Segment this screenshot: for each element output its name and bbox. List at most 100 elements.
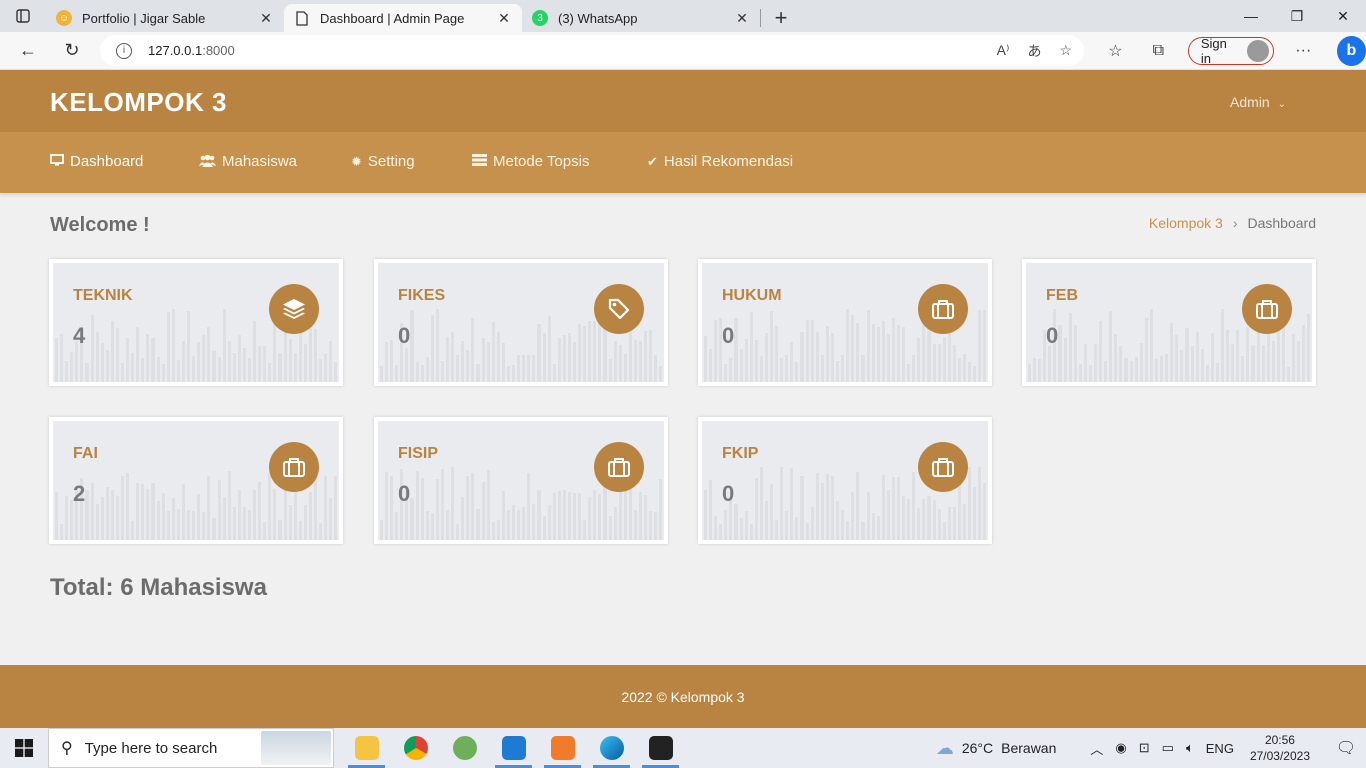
network-device-icon[interactable]: ⊡ — [1139, 740, 1150, 756]
nav-item-dashboard[interactable]: Dashboard — [50, 153, 143, 170]
card-value: 4 — [73, 323, 86, 348]
taskbar-search-input[interactable]: ⚲ Type here to search — [48, 728, 334, 768]
portfolio-favicon-icon: ☺ — [56, 10, 72, 26]
vscode-icon[interactable] — [489, 728, 538, 768]
nav-item-mahasiswa[interactable]: Mahasiswa — [199, 153, 297, 170]
file-explorer-icon[interactable] — [342, 728, 391, 768]
card-label: FAI — [73, 445, 98, 462]
weather-temp: 26°C — [961, 740, 994, 756]
battery-icon[interactable]: ▭ — [1162, 740, 1174, 756]
android-studio-icon[interactable] — [440, 728, 489, 768]
nav-item-label: Mahasiswa — [222, 153, 298, 170]
chevron-down-icon: ⌄ — [1277, 99, 1286, 110]
card-value: 0 — [1046, 323, 1059, 348]
favorites-icon[interactable]: ☆ — [1094, 41, 1137, 61]
stat-card-teknik[interactable]: TEKNIK 4 — [49, 259, 343, 386]
add-favorite-icon[interactable]: ☆ — [1059, 42, 1072, 59]
weather-widget[interactable]: ☁ 26°C Berawan — [936, 738, 1057, 759]
briefcase-icon — [269, 442, 319, 492]
user-menu[interactable]: Admin ⌄ — [1230, 94, 1286, 110]
search-icon: ⚲ — [61, 740, 73, 757]
page-favicon-icon — [294, 10, 310, 26]
card-label: FKIP — [722, 445, 759, 462]
new-tab-icon[interactable]: + — [761, 4, 801, 32]
users-icon — [199, 154, 216, 170]
app-header: KELOMPOK 3 Admin ⌄ — [0, 70, 1366, 132]
url-actions: A⁾ あ ☆ — [997, 35, 1072, 66]
close-tab-icon[interactable]: ✕ — [734, 10, 750, 27]
stat-card-fai[interactable]: FAI 2 — [49, 417, 343, 544]
card-label: FIKES — [398, 287, 446, 304]
address-bar-row: ← ↻ i 127.0.0.1:8000 A⁾ あ ☆ ☆ ⧉ Sign in … — [0, 32, 1366, 70]
back-arrow-icon[interactable]: ← — [6, 32, 50, 70]
brand-title[interactable]: KELOMPOK 3 — [50, 87, 227, 118]
read-aloud-icon[interactable]: A⁾ — [997, 42, 1010, 59]
record-icon[interactable]: ◉ — [1115, 740, 1126, 756]
chrome-icon[interactable] — [391, 728, 440, 768]
url-field[interactable]: i 127.0.0.1:8000 A⁾ あ ☆ — [100, 35, 1084, 66]
stat-card-fkip[interactable]: FKIP 0 — [698, 417, 992, 544]
tab-actions-icon[interactable] — [0, 0, 46, 32]
tab-title: (3) WhatsApp — [558, 10, 638, 26]
translate-icon[interactable]: あ — [1027, 41, 1041, 61]
check-icon: ✔ — [647, 153, 658, 169]
restore-icon[interactable]: ❐ — [1274, 0, 1320, 32]
notification-icon[interactable]: 🗨︎ — [1326, 738, 1366, 758]
refresh-icon[interactable]: ↻ — [50, 32, 94, 70]
clock[interactable]: 20:56 27/03/2023 — [1250, 732, 1310, 764]
close-window-icon[interactable]: ✕ — [1320, 0, 1366, 32]
close-tab-icon[interactable]: ✕ — [496, 10, 512, 27]
tab-title: Dashboard | Admin Page — [320, 10, 465, 26]
search-placeholder: Type here to search — [84, 739, 218, 757]
url-port: :8000 — [202, 43, 235, 58]
breadcrumb-home-link[interactable]: Kelompok 3 — [1149, 215, 1223, 231]
browser-tab-whatsapp[interactable]: 3 (3) WhatsApp ✕ — [522, 4, 760, 32]
nav-item-setting[interactable]: ✹ Setting — [351, 153, 415, 170]
tab-title: Portfolio | Jigar Sable — [82, 10, 206, 26]
edge-icon[interactable] — [587, 728, 636, 768]
close-tab-icon[interactable]: ✕ — [258, 10, 274, 27]
briefcase-icon — [918, 284, 968, 334]
nav-item-label: Setting — [367, 153, 415, 170]
card-label: HUKUM — [722, 287, 782, 304]
user-name: Admin — [1230, 94, 1270, 110]
more-options-icon[interactable]: ··· — [1282, 42, 1325, 60]
cloudy-weather-icon: ☁ — [935, 737, 954, 758]
terminal-icon[interactable] — [636, 728, 685, 768]
bing-chat-icon[interactable]: b — [1336, 36, 1366, 66]
xampp-icon[interactable] — [538, 728, 587, 768]
card-value: 2 — [73, 481, 86, 506]
weather-text: Berawan — [1001, 740, 1057, 756]
nav-item-label: Metode Topsis — [493, 153, 590, 170]
stat-card-feb[interactable]: FEB 0 — [1022, 259, 1316, 386]
card-value: 0 — [398, 481, 411, 506]
nav-item-label: Hasil Rekomendasi — [663, 153, 794, 170]
browser-tab-portfolio[interactable]: ☺ Portfolio | Jigar Sable ✕ — [46, 4, 284, 32]
volume-icon[interactable]: 🔈︎ — [1186, 740, 1194, 756]
site-info-icon[interactable]: i — [116, 42, 132, 59]
windows-start-icon[interactable] — [0, 728, 48, 768]
collections-icon[interactable]: ⧉ — [1137, 42, 1180, 60]
language-indicator[interactable]: ENG — [1206, 741, 1234, 756]
breadcrumb-chevron-icon: › — [1232, 215, 1238, 231]
stat-card-fikes[interactable]: FIKES 0 — [374, 259, 668, 386]
browser-tab-strip: ☺ Portfolio | Jigar Sable ✕ Dashboard | … — [0, 0, 1366, 32]
page-title: Welcome ! — [50, 214, 150, 236]
windows-taskbar: ⚲ Type here to search ☁ 26°C Berawan ︿ ◉… — [0, 728, 1366, 768]
monitor-icon — [50, 154, 64, 169]
profile-avatar-icon — [1247, 40, 1269, 62]
minimize-icon[interactable]: — — [1228, 0, 1274, 32]
page-footer: 2022 © Kelompok 3 — [0, 665, 1366, 728]
stat-card-fisip[interactable]: FISIP 0 — [374, 417, 668, 544]
nav-item-metode-topsis[interactable]: Metode Topsis — [472, 153, 589, 170]
breadcrumb: Kelompok 3 › Dashboard — [1149, 215, 1316, 231]
stat-card-hukum[interactable]: HUKUM 0 — [698, 259, 992, 386]
sign-in-button[interactable]: Sign in — [1187, 36, 1274, 66]
card-value: 0 — [722, 481, 735, 506]
nav-item-hasil-rekomendasi[interactable]: ✔ Hasil Rekomendasi — [647, 153, 793, 170]
total-mahasiswa: Total: 6 Mahasiswa — [50, 574, 267, 601]
tag-icon — [594, 284, 644, 334]
browser-tab-dashboard[interactable]: Dashboard | Admin Page ✕ — [284, 4, 522, 32]
chevron-up-icon[interactable]: ︿ — [1090, 739, 1103, 758]
footer-text: 2022 © Kelompok 3 — [621, 688, 745, 705]
